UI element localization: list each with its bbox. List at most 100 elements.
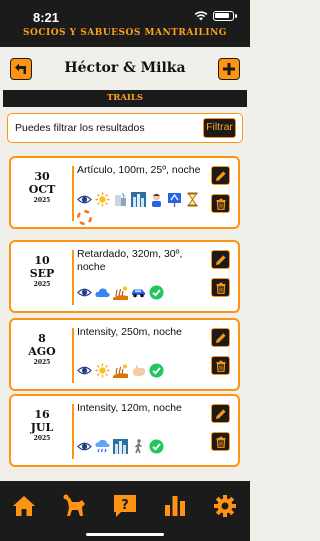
delete-trail-button[interactable] (211, 432, 230, 451)
settings-icon (214, 495, 236, 517)
hand-icon (131, 363, 146, 378)
trail-date: 16 JUL 2025 (14, 408, 70, 443)
card-divider (72, 404, 74, 459)
walker-icon (131, 439, 146, 454)
top-bar: 8:21 SOCIOS Y SABUESOS MANTRAILING (0, 0, 250, 47)
field-icon (113, 363, 128, 378)
trail-date: 10 SEP 2025 (14, 254, 70, 289)
edit-trail-button[interactable] (211, 250, 230, 269)
trail-conditions (77, 363, 211, 378)
lifebuoy-icon (77, 210, 92, 225)
pencil-icon (215, 170, 227, 182)
trail-year: 2025 (33, 197, 51, 204)
card-divider (72, 250, 74, 305)
trail-year: 2025 (33, 435, 51, 442)
trail-conditions (77, 439, 211, 454)
trail-year: 2025 (33, 281, 51, 288)
tab-home[interactable] (11, 493, 37, 519)
filter-bar: Puedes filtrar los resultados Filtrar (7, 113, 243, 143)
city-icon (113, 439, 128, 454)
trail-year: 2025 (33, 359, 51, 366)
question-icon: ? (114, 495, 136, 517)
trail-card[interactable]: 8 AGO 2025 Intensity, 250m, noche (9, 318, 240, 391)
trail-month: JUL (30, 421, 54, 434)
delete-trail-button[interactable] (211, 356, 230, 375)
filter-button[interactable]: Filtrar (203, 118, 236, 138)
home-indicator (86, 533, 164, 536)
trail-card[interactable]: 30 OCT 2025 Artículo, 100m, 25º, noche (9, 156, 240, 229)
trash-icon (215, 282, 227, 294)
flag-sign-icon (167, 192, 182, 207)
city-icon (131, 192, 146, 207)
trail-card[interactable]: 16 JUL 2025 Intensity, 120m, noche (9, 394, 240, 467)
tab-dogs[interactable] (61, 493, 87, 519)
trail-date: 8 AGO 2025 (14, 332, 70, 367)
trail-description: Intensity, 250m, noche (77, 326, 182, 338)
app-title: SOCIOS Y SABUESOS MANTRAILING (22, 28, 227, 38)
edit-trail-button[interactable] (211, 166, 230, 185)
trash-icon (215, 198, 227, 210)
field-icon (113, 285, 128, 300)
tab-help[interactable]: ? (112, 493, 138, 519)
tab-stats[interactable] (162, 493, 188, 519)
sun-icon (95, 363, 110, 378)
status-icons (194, 11, 237, 21)
tab-settings[interactable] (212, 493, 238, 519)
trail-month: AGO (28, 345, 56, 358)
trail-description: Retardado, 320m, 30º, noche (77, 248, 183, 273)
rain-icon (95, 439, 110, 454)
trail-day: 16 (34, 408, 50, 421)
trail-day: 8 (38, 332, 46, 345)
check-icon (149, 285, 164, 300)
trail-month: OCT (28, 183, 56, 196)
wifi-icon (194, 11, 208, 21)
home-icon (13, 496, 35, 516)
eye-icon (77, 285, 92, 300)
urban-building-icon (113, 192, 128, 207)
status-time: 8:21 (33, 10, 60, 25)
delete-trail-button[interactable] (211, 278, 230, 297)
pencil-icon (215, 332, 227, 344)
card-divider (72, 328, 74, 383)
trail-date: 30 OCT 2025 (14, 170, 70, 205)
card-divider (72, 166, 74, 221)
person-icon (149, 192, 164, 207)
delete-trail-button[interactable] (211, 194, 230, 213)
trail-day: 30 (34, 170, 50, 183)
plus-icon (223, 63, 235, 75)
check-icon (149, 439, 164, 454)
hourglass-icon (185, 192, 200, 207)
page-title: Héctor & Milka (64, 60, 186, 76)
battery-icon (213, 11, 237, 21)
pencil-icon (215, 408, 227, 420)
check-icon (149, 363, 164, 378)
car-icon (131, 285, 146, 300)
trash-icon (215, 360, 227, 372)
eye-icon (77, 439, 92, 454)
trail-list: 30 OCT 2025 Artículo, 100m, 25º, noche 10 SEP… (0, 150, 250, 480)
trail-conditions (77, 285, 211, 300)
trail-card[interactable]: 10 SEP 2025 Retardado, 320m, 30º, noche (9, 240, 240, 313)
edit-trail-button[interactable] (211, 328, 230, 347)
dog-icon (63, 494, 85, 516)
trail-month: SEP (29, 267, 55, 280)
stats-icon (165, 496, 185, 516)
cloud-icon (95, 285, 110, 300)
status-bar: 8:21 (0, 0, 250, 28)
sun-icon (95, 192, 110, 207)
trail-day: 10 (34, 254, 50, 267)
trail-description: Intensity, 120m, noche (77, 402, 182, 414)
trail-conditions (77, 192, 211, 225)
back-button[interactable] (10, 58, 32, 80)
trail-description: Artículo, 100m, 25º, noche (77, 164, 201, 176)
section-title: TRAILS (3, 90, 247, 107)
eye-icon (77, 192, 92, 207)
svg-text:?: ? (121, 498, 129, 513)
edit-trail-button[interactable] (211, 404, 230, 423)
trash-icon (215, 436, 227, 448)
add-trail-button[interactable] (218, 58, 240, 80)
back-arrow-icon (15, 63, 26, 74)
pencil-icon (215, 254, 227, 266)
eye-icon (77, 363, 92, 378)
tab-bar: ? (0, 481, 250, 541)
